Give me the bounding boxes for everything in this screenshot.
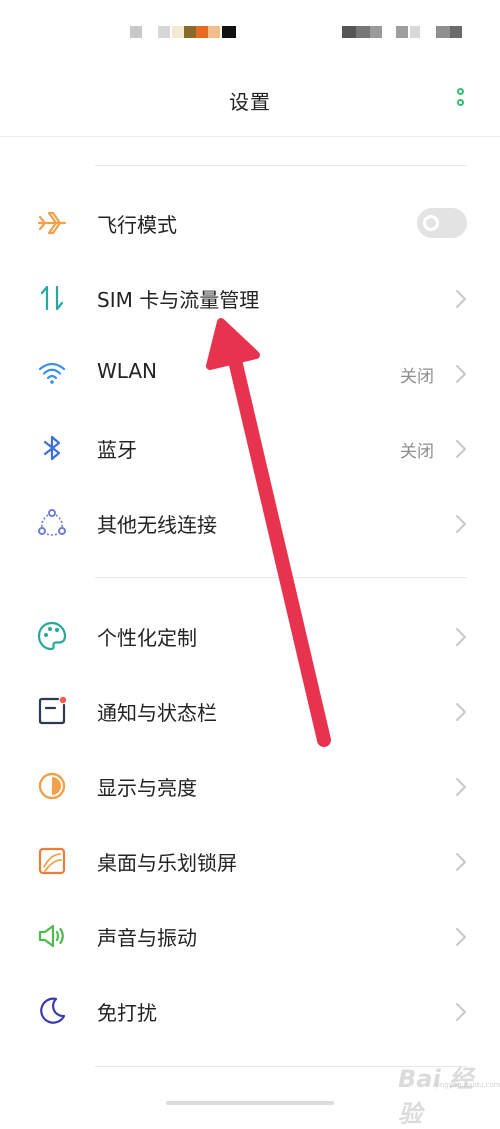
settings-item-label: 声音与振动 [97, 926, 197, 950]
chevron-right-icon [456, 853, 466, 871]
status-block [410, 26, 420, 38]
settings-item-label: 蓝牙 [97, 438, 137, 462]
more-vertical-icon [457, 88, 464, 95]
status-block [184, 26, 196, 38]
wifi-icon [38, 362, 66, 384]
chevron-right-icon [456, 703, 466, 721]
settings-item-label: 显示与亮度 [97, 776, 197, 800]
chevron-right-icon [456, 515, 466, 533]
settings-item-label: WLAN [97, 359, 158, 383]
settings-item-label: SIM 卡与流量管理 [97, 288, 260, 312]
watermark-sub: jingyan.baidu.com [436, 1081, 500, 1089]
status-block [208, 26, 220, 38]
status-block [196, 26, 208, 38]
chevron-right-icon [456, 1003, 466, 1021]
bluetooth-icon [43, 435, 61, 461]
settings-item-sim[interactable]: SIM 卡与流量管理 [0, 265, 500, 331]
watermark-text: Bai 经验 [398, 1065, 474, 1128]
airplane-mode-toggle[interactable] [417, 208, 467, 238]
settings-item-label: 桌面与乐划锁屏 [97, 851, 237, 875]
home-indicator [166, 1101, 334, 1105]
status-block [172, 26, 184, 38]
palette-icon [37, 621, 67, 651]
chevron-right-icon [456, 440, 466, 458]
settings-item-notification[interactable]: 通知与状态栏 [0, 678, 500, 744]
status-block [222, 26, 236, 38]
brightness-icon [38, 772, 66, 800]
settings-item-bluetooth[interactable]: 蓝牙 关闭 [0, 415, 500, 481]
chevron-right-icon [456, 290, 466, 308]
status-block [450, 26, 462, 38]
section-divider [95, 577, 467, 578]
more-button[interactable] [450, 88, 474, 118]
more-vertical-icon [457, 99, 464, 106]
status-block [370, 26, 382, 38]
settings-item-label: 个性化定制 [97, 626, 197, 650]
status-block [342, 26, 356, 38]
settings-item-display[interactable]: 显示与亮度 [0, 753, 500, 819]
settings-item-label: 其他无线连接 [97, 513, 217, 537]
settings-item-sound[interactable]: 声音与振动 [0, 903, 500, 969]
status-bar [0, 0, 500, 60]
section-divider [95, 165, 467, 166]
settings-item-other-wireless[interactable]: 其他无线连接 [0, 490, 500, 556]
settings-item-label: 通知与状态栏 [97, 701, 217, 725]
settings-item-desktop[interactable]: 桌面与乐划锁屏 [0, 828, 500, 894]
connection-icon [38, 509, 66, 536]
chevron-right-icon [456, 778, 466, 796]
wallpaper-icon [38, 847, 66, 875]
chevron-right-icon [456, 365, 466, 383]
chevron-right-icon [456, 628, 466, 646]
watermark: Bai 经验 jingyan.baidu.com [376, 1053, 500, 1128]
settings-item-wlan[interactable]: WLAN 关闭 [0, 340, 500, 406]
chevron-right-icon [456, 928, 466, 946]
settings-item-dnd[interactable]: 免打扰 [0, 978, 500, 1044]
bluetooth-status-value: 关闭 [400, 442, 434, 462]
status-block [396, 26, 408, 38]
app-header: 设置 [0, 64, 500, 137]
settings-item-label: 飞行模式 [97, 213, 177, 237]
toggle-knob [423, 215, 439, 231]
settings-item-airplane[interactable]: 飞行模式 [0, 190, 500, 256]
wlan-status-value: 关闭 [400, 367, 434, 387]
status-block [356, 26, 370, 38]
settings-item-personalization[interactable]: 个性化定制 [0, 603, 500, 669]
settings-item-label: 免打扰 [97, 1001, 157, 1025]
speaker-icon [38, 924, 64, 948]
data-transfer-icon [40, 285, 64, 311]
status-block [436, 26, 450, 38]
status-block [130, 26, 142, 38]
moon-icon [40, 997, 66, 1024]
page-title: 设置 [229, 90, 271, 114]
status-block [158, 26, 170, 38]
notification-icon [38, 696, 67, 725]
airplane-icon [37, 211, 67, 235]
